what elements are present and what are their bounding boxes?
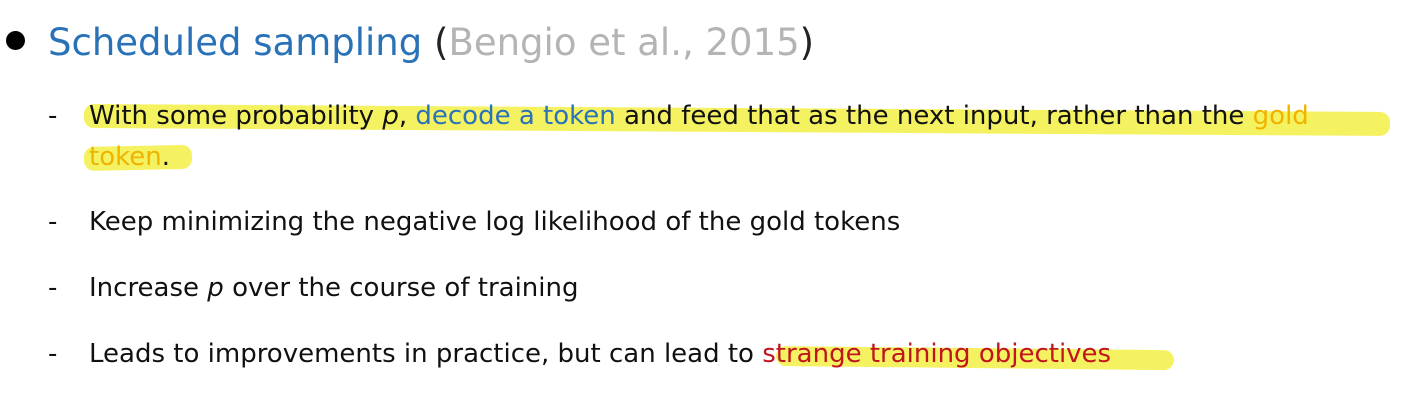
strange-objectives-phrase: strange training objectives (762, 339, 1112, 369)
decode-token-phrase: decode a token (415, 101, 616, 131)
variable-p: p (382, 101, 399, 131)
sub-bullet-2-text: Keep minimizing the negative log likelih… (89, 207, 901, 237)
dash-marker: - (48, 207, 58, 237)
heading-title: Scheduled sampling (48, 21, 423, 64)
period: . (161, 142, 170, 172)
variable-p: p (207, 273, 224, 303)
main-bullet: Scheduled sampling (Bengio et al., 2015) (6, 18, 814, 68)
slide: Scheduled sampling (Bengio et al., 2015)… (0, 0, 1404, 403)
gold-word: gold (1252, 101, 1309, 131)
sub-bullet-2: - Keep minimizing the negative log likeli… (48, 202, 900, 242)
text-segment: over the course of training (223, 273, 579, 303)
sub-bullet-4-text: Leads to improvements in practice, but c… (89, 334, 1111, 374)
sub-bullet-4: - Leads to improvements in practice, but … (48, 334, 1111, 374)
sub-bullet-1-text: With some probability p, decode a token … (89, 96, 1309, 136)
heading-citation: Bengio et al., 2015 (448, 21, 800, 64)
dash-marker: - (48, 339, 58, 369)
sub-bullet-3-text: Increase p over the course of training (89, 268, 578, 308)
text-segment: Increase (89, 273, 208, 303)
text-segment: and feed that as the next input, rather … (615, 101, 1253, 131)
token-word: token (89, 142, 162, 172)
dash-marker: - (48, 273, 58, 303)
close-paren: ) (799, 21, 815, 64)
sub-bullet-1: - With some probability p, decode a token… (48, 96, 1309, 136)
text-segment: With some probability (89, 101, 383, 131)
sub-bullet-3: - Increase p over the course of training (48, 268, 578, 308)
text-segment: , (398, 101, 416, 131)
sub-bullet-1-continuation: token. (89, 137, 170, 177)
bullet-dot-icon (6, 31, 25, 50)
dash-marker: - (48, 101, 58, 131)
open-paren: ( (434, 21, 449, 64)
text-segment: Leads to improvements in practice, but c… (89, 339, 763, 369)
